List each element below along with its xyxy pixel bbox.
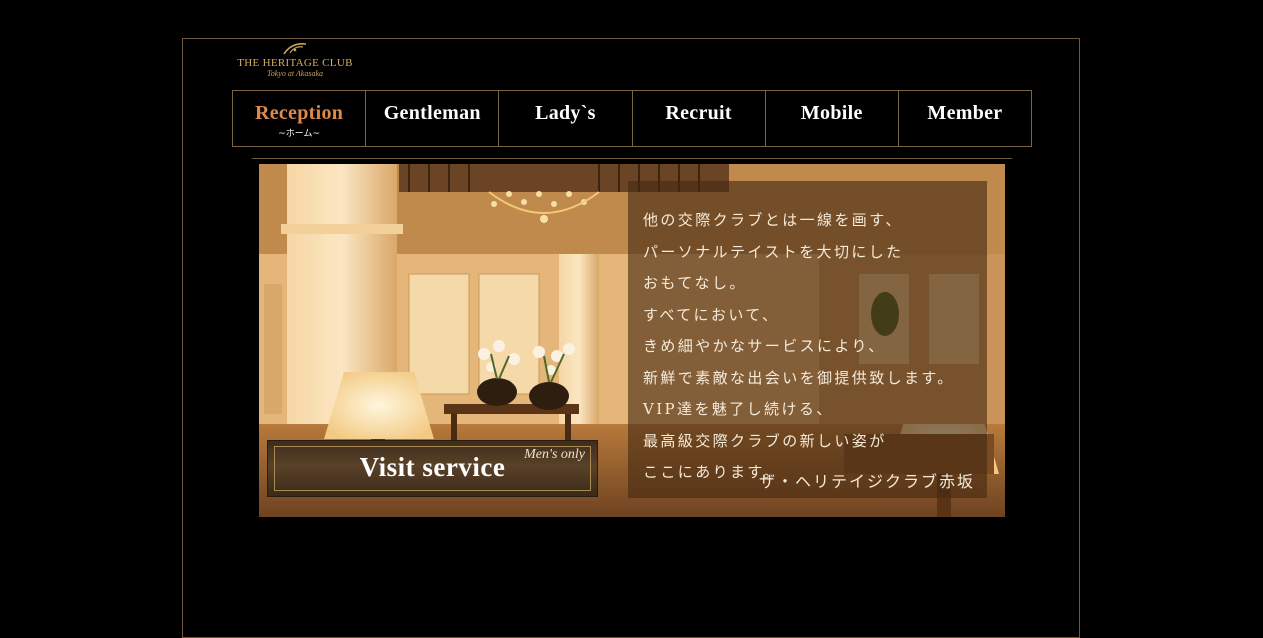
nav-label-ladys: Lady`s <box>535 102 596 124</box>
nav-label-recruit: Recruit <box>665 102 732 124</box>
hero-line: 最高級交際クラブの新しい姿が <box>643 431 887 450</box>
nav-item-reception[interactable]: Reception ~ホーム~ <box>233 91 366 146</box>
hero-banner: 他の交際クラブとは一線を画す、 パーソナルテイストを大切にした おもてなし。 す… <box>259 164 1005 517</box>
nav-item-gentleman[interactable]: Gentleman <box>365 91 499 146</box>
hero-message-panel: 他の交際クラブとは一線を画す、 パーソナルテイストを大切にした おもてなし。 す… <box>628 181 987 498</box>
nav-item-recruit[interactable]: Recruit <box>631 91 765 146</box>
hero-line: 他の交際クラブとは一線を画す、 <box>643 211 903 229</box>
nav-divider <box>252 158 1012 159</box>
nav-label-gentleman: Gentleman <box>383 102 481 124</box>
hero-line: VIP達を魅了し続ける、 <box>643 400 834 418</box>
nav-label-reception: Reception <box>254 102 344 124</box>
logo-name: The Heritage Club <box>237 57 353 69</box>
site-logo[interactable]: The Heritage Club Tokyo at Akasaka <box>233 42 357 84</box>
nav-item-ladys[interactable]: Lady`s <box>498 91 632 146</box>
hero-line: パーソナルテイストを大切にした <box>643 242 904 261</box>
logo-subtitle: Tokyo at Akasaka <box>267 69 323 78</box>
men-only-tag: Men's only <box>524 447 585 462</box>
main-nav: Reception ~ホーム~ Gentleman Lady`s Recruit… <box>232 90 1032 147</box>
nav-label-member: Member <box>927 102 1003 124</box>
hero-line: 新鮮で素敵な出会いを御提供致します。 <box>643 368 955 387</box>
hero-line: おもてなし。 <box>643 274 747 292</box>
hero-signature: ザ・ヘリテイジクラブ赤坂 <box>758 472 975 491</box>
heritage-logo-icon <box>283 43 307 55</box>
nav-item-member[interactable]: Member <box>897 91 1032 146</box>
visit-service-button[interactable]: Visit service Men's only <box>267 440 598 497</box>
nav-item-mobile[interactable]: Mobile <box>764 91 898 146</box>
hero-line: すべてにおいて、 <box>643 305 780 324</box>
hero-line: きめ細やかなサービスにより、 <box>643 337 886 355</box>
nav-sublabel-home: ~ホーム~ <box>278 129 320 139</box>
nav-label-mobile: Mobile <box>800 102 863 124</box>
